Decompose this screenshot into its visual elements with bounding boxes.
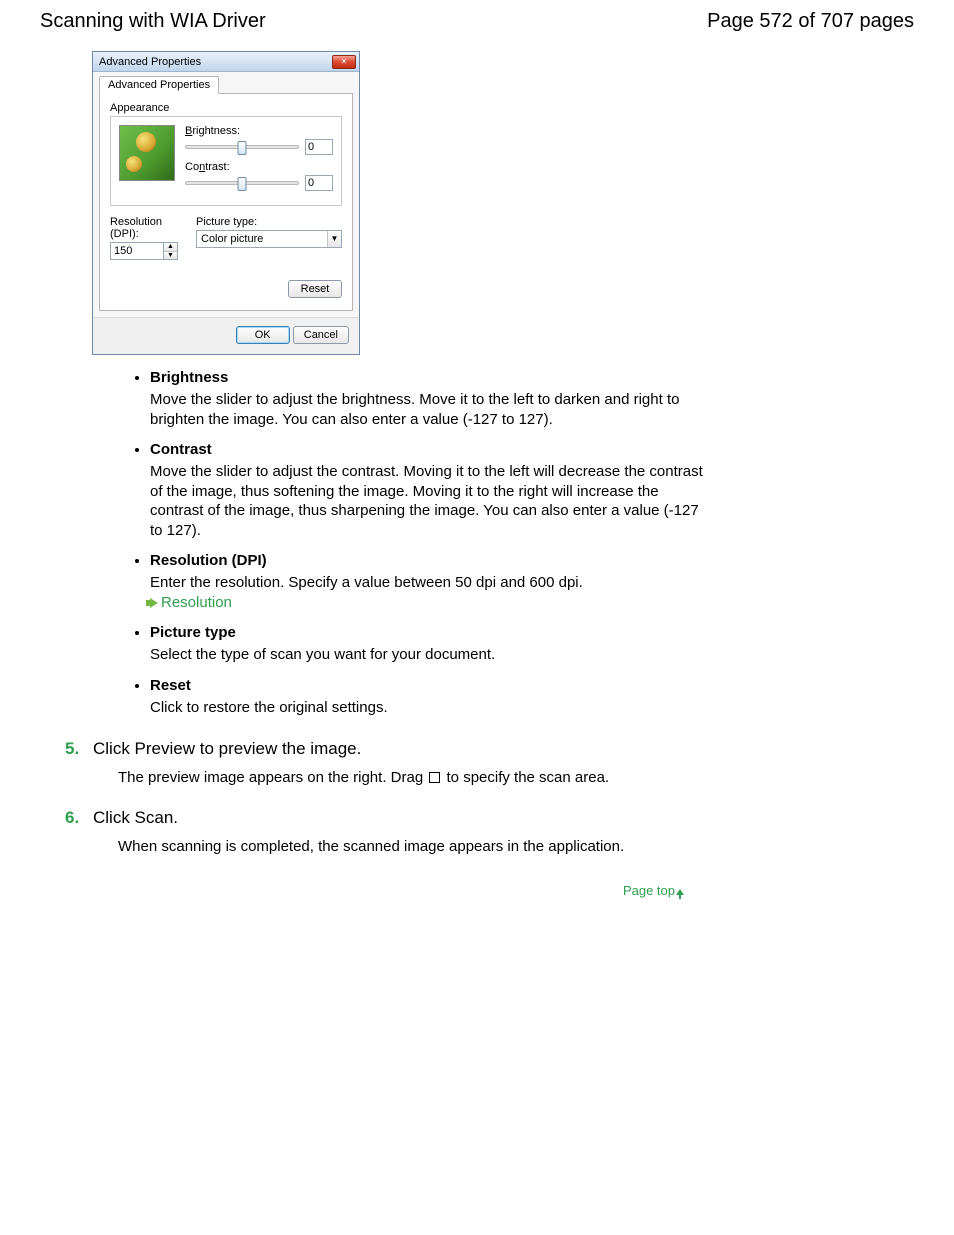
reset-button[interactable]: Reset <box>288 280 342 298</box>
step-5: 5. Click Preview to preview the image. <box>65 739 914 759</box>
list-item: Brightness Move the slider to adjust the… <box>150 369 714 429</box>
step-number: 6. <box>65 808 85 828</box>
page-title: Scanning with WIA Driver <box>40 10 266 33</box>
picture-type-label: Picture type: <box>196 216 342 228</box>
item-title: Resolution (DPI) <box>150 552 267 569</box>
resolution-input[interactable]: ▲ ▼ <box>110 242 186 260</box>
cancel-button[interactable]: Cancel <box>293 326 349 344</box>
item-body: Click to restore the original settings. <box>150 698 714 718</box>
chevron-down-icon[interactable]: ▼ <box>327 231 341 247</box>
resolution-field[interactable] <box>110 242 164 260</box>
dialog-title: Advanced Properties <box>99 56 201 68</box>
page-number: Page 572 of 707 pages <box>707 10 914 33</box>
dialog-titlebar: Advanced Properties <box>93 52 359 72</box>
item-body: Enter the resolution. Specify a value be… <box>150 573 714 612</box>
contrast-input[interactable]: 0 <box>305 175 333 191</box>
item-body: Move the slider to adjust the brightness… <box>150 390 714 429</box>
resolution-link[interactable]: Resolution <box>161 594 232 611</box>
appearance-label: Appearance <box>110 102 342 114</box>
contrast-label: Contrast: <box>185 161 230 173</box>
list-item: Resolution (DPI) Enter the resolution. S… <box>150 552 714 612</box>
brightness-slider[interactable] <box>185 145 299 149</box>
arrow-right-icon <box>150 598 158 608</box>
arrow-up-icon <box>676 889 684 895</box>
list-item: Picture type Select the type of scan you… <box>150 624 714 665</box>
crop-handle-icon <box>429 772 440 783</box>
list-item: Reset Click to restore the original sett… <box>150 677 714 718</box>
step-number: 5. <box>65 739 85 759</box>
item-title: Reset <box>150 677 191 694</box>
step-6: 6. Click Scan. <box>65 808 914 828</box>
preview-thumbnail <box>119 125 175 181</box>
brightness-label: Brightness: <box>185 125 240 137</box>
step-title: Click Preview to preview the image. <box>93 739 361 759</box>
ok-button[interactable]: OK <box>236 326 290 344</box>
advanced-properties-dialog: Advanced Properties Advanced Properties … <box>92 51 360 355</box>
resolution-label: Resolution (DPI): <box>110 216 186 240</box>
item-title: Picture type <box>150 624 236 641</box>
step-subtext: The preview image appears on the right. … <box>118 769 914 786</box>
contrast-slider[interactable] <box>185 181 299 185</box>
page-header: Scanning with WIA Driver Page 572 of 707… <box>40 10 914 33</box>
item-body: Select the type of scan you want for you… <box>150 645 714 665</box>
brightness-input[interactable]: 0 <box>305 139 333 155</box>
spin-up-icon[interactable]: ▲ <box>164 243 177 252</box>
tab-advanced-properties[interactable]: Advanced Properties <box>99 76 219 94</box>
step-title: Click Scan. <box>93 808 178 828</box>
list-item: Contrast Move the slider to adjust the c… <box>150 441 714 540</box>
spin-down-icon[interactable]: ▼ <box>164 252 177 260</box>
page-top-link[interactable]: Page top <box>40 883 684 898</box>
item-body: Move the slider to adjust the contrast. … <box>150 462 714 540</box>
item-title: Contrast <box>150 441 212 458</box>
close-icon[interactable] <box>332 55 356 69</box>
step-subtext: When scanning is completed, the scanned … <box>118 838 914 855</box>
item-title: Brightness <box>150 369 228 386</box>
picture-type-select[interactable]: Color picture ▼ <box>196 230 342 248</box>
